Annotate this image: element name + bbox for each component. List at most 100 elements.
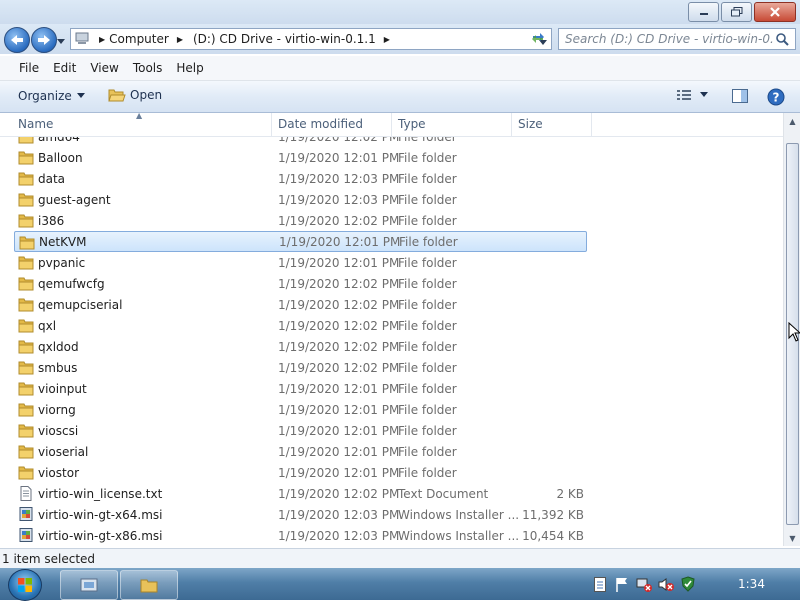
column-date-modified[interactable]: Date modified <box>272 113 392 136</box>
open-button[interactable]: Open <box>108 87 162 103</box>
file-row[interactable]: virtio-win-gt-x86.msi 1/19/2020 12:03 PM W… <box>14 525 587 546</box>
file-list[interactable]: ▲ Name Date modified Type Size amd641/19… <box>0 113 783 546</box>
file-row[interactable]: Balloon 1/19/2020 12:01 PM File folder <box>14 147 587 168</box>
folder-icon <box>18 318 34 333</box>
search-input[interactable] <box>559 31 775 47</box>
file-row[interactable]: qemufwcfg 1/19/2020 12:02 PM File folder <box>14 273 587 294</box>
breadcrumb-cd-drive[interactable]: (D:) CD Drive - virtio-win-0.1.1 ▶ <box>189 32 396 46</box>
folder-icon <box>18 339 34 354</box>
file-name: Balloon <box>38 150 83 165</box>
file-date-modified: 1/19/2020 12:02 PM <box>278 318 400 333</box>
breadcrumb-computer[interactable]: Computer ▶ <box>105 32 189 46</box>
status-bar: 1 item selected <box>0 548 800 569</box>
installer-icon <box>18 507 34 522</box>
file-type: File folder <box>398 150 457 165</box>
taskbar: 1:34 <box>0 568 800 601</box>
start-button[interactable] <box>8 569 42 601</box>
file-row[interactable]: NetKVM 1/19/2020 12:01 PM File folder <box>14 231 587 252</box>
organize-button[interactable]: Organize <box>18 89 85 103</box>
text-file-icon <box>18 486 34 501</box>
file-row[interactable]: qxldod 1/19/2020 12:02 PM File folder <box>14 336 587 357</box>
scroll-down-button[interactable]: ▼ <box>785 530 800 546</box>
forward-arrow-icon <box>38 35 50 45</box>
notification-area <box>592 568 696 600</box>
menu-bar: File Edit View Tools Help <box>0 56 800 81</box>
file-row[interactable]: smbus 1/19/2020 12:02 PM File folder <box>14 357 587 378</box>
column-type[interactable]: Type <box>392 113 512 136</box>
scroll-up-button[interactable]: ▲ <box>785 113 800 129</box>
file-name: smbus <box>38 360 78 375</box>
clock[interactable]: 1:34 <box>738 577 765 591</box>
file-type: File folder <box>398 213 457 228</box>
file-size: 2 KB <box>556 486 584 501</box>
taskbar-windows-explorer[interactable] <box>120 570 178 600</box>
svg-text:?: ? <box>773 91 780 105</box>
file-date-modified: 1/19/2020 12:01 PM <box>278 444 400 459</box>
recent-pages-dropdown[interactable] <box>57 34 65 48</box>
file-type: File folder <box>398 465 457 480</box>
menu-help[interactable]: Help <box>169 61 210 75</box>
file-row[interactable]: virtio-win-gt-x64.msi 1/19/2020 12:03 PM W… <box>14 504 587 525</box>
file-date-modified: 1/19/2020 12:02 PM <box>278 213 400 228</box>
chevron-right-icon[interactable]: ▶ <box>384 35 390 44</box>
file-row[interactable]: qemupciserial 1/19/2020 12:02 PM File fold… <box>14 294 587 315</box>
status-text: 1 item selected <box>2 552 96 566</box>
refresh-icon <box>532 33 544 43</box>
help-button[interactable]: ? <box>767 88 785 109</box>
file-row[interactable]: vioinput 1/19/2020 12:01 PM File folder <box>14 378 587 399</box>
file-type: File folder <box>398 297 457 312</box>
file-name: vioserial <box>38 444 89 459</box>
menu-tools[interactable]: Tools <box>126 61 170 75</box>
search-icon[interactable] <box>775 32 789 46</box>
file-row[interactable]: pvpanic 1/19/2020 12:01 PM File folder <box>14 252 587 273</box>
file-row[interactable]: guest-agent 1/19/2020 12:03 PM File folder <box>14 189 587 210</box>
change-view-button[interactable] <box>676 89 708 101</box>
file-row[interactable]: vioscsi 1/19/2020 12:01 PM File folder <box>14 420 587 441</box>
file-row[interactable]: data 1/19/2020 12:03 PM File folder <box>14 168 587 189</box>
window-controls <box>688 2 796 22</box>
file-date-modified: 1/19/2020 12:01 PM <box>278 255 400 270</box>
file-row[interactable]: viostor 1/19/2020 12:01 PM File folder <box>14 462 587 483</box>
menu-file[interactable]: File <box>12 61 46 75</box>
flag-icon[interactable] <box>614 576 630 592</box>
file-type: File folder <box>399 234 458 249</box>
mouse-pointer-icon <box>788 322 800 342</box>
file-name: viostor <box>38 465 80 480</box>
file-row[interactable]: i386 1/19/2020 12:02 PM File folder <box>14 210 587 231</box>
folder-icon <box>18 381 34 396</box>
address-bar[interactable]: ▶ Computer ▶ (D:) CD Drive - virtio-win-… <box>70 28 552 50</box>
taskbar-server-manager[interactable] <box>60 570 118 600</box>
computer-icon <box>75 32 91 46</box>
chevron-right-icon[interactable]: ▶ <box>177 35 183 44</box>
folder-icon <box>18 255 34 270</box>
file-name: i386 <box>38 213 65 228</box>
file-row[interactable]: vioserial 1/19/2020 12:01 PM File folder <box>14 441 587 462</box>
file-date-modified: 1/19/2020 12:03 PM <box>278 171 400 186</box>
file-size: 11,392 KB <box>522 507 584 522</box>
forward-button[interactable] <box>31 27 57 53</box>
close-button[interactable] <box>754 2 796 22</box>
minimize-button[interactable] <box>688 2 719 22</box>
back-arrow-icon <box>11 35 23 45</box>
preview-pane-button[interactable] <box>732 89 748 106</box>
shield-check-icon[interactable] <box>680 576 696 592</box>
refresh-button[interactable] <box>526 28 550 48</box>
column-size[interactable]: Size <box>512 113 592 136</box>
column-name[interactable]: Name <box>12 113 272 136</box>
speaker-muted-icon[interactable] <box>658 576 674 592</box>
restore-button[interactable] <box>721 2 752 22</box>
menu-edit[interactable]: Edit <box>46 61 83 75</box>
file-name: qemupciserial <box>38 297 123 312</box>
document-icon[interactable] <box>592 576 608 592</box>
menu-view[interactable]: View <box>83 61 125 75</box>
folder-icon <box>18 423 34 438</box>
file-row[interactable]: virtio-win_license.txt 1/19/2020 12:02 PM… <box>14 483 587 504</box>
search-box[interactable] <box>558 28 796 50</box>
file-row[interactable]: qxl 1/19/2020 12:02 PM File folder <box>14 315 587 336</box>
file-name: qxl <box>38 318 57 333</box>
back-button[interactable] <box>4 27 30 53</box>
file-size: 10,454 KB <box>522 528 584 543</box>
file-row[interactable]: viorng 1/19/2020 12:01 PM File folder <box>14 399 587 420</box>
network-error-icon[interactable] <box>636 576 652 592</box>
folder-icon <box>18 360 34 375</box>
